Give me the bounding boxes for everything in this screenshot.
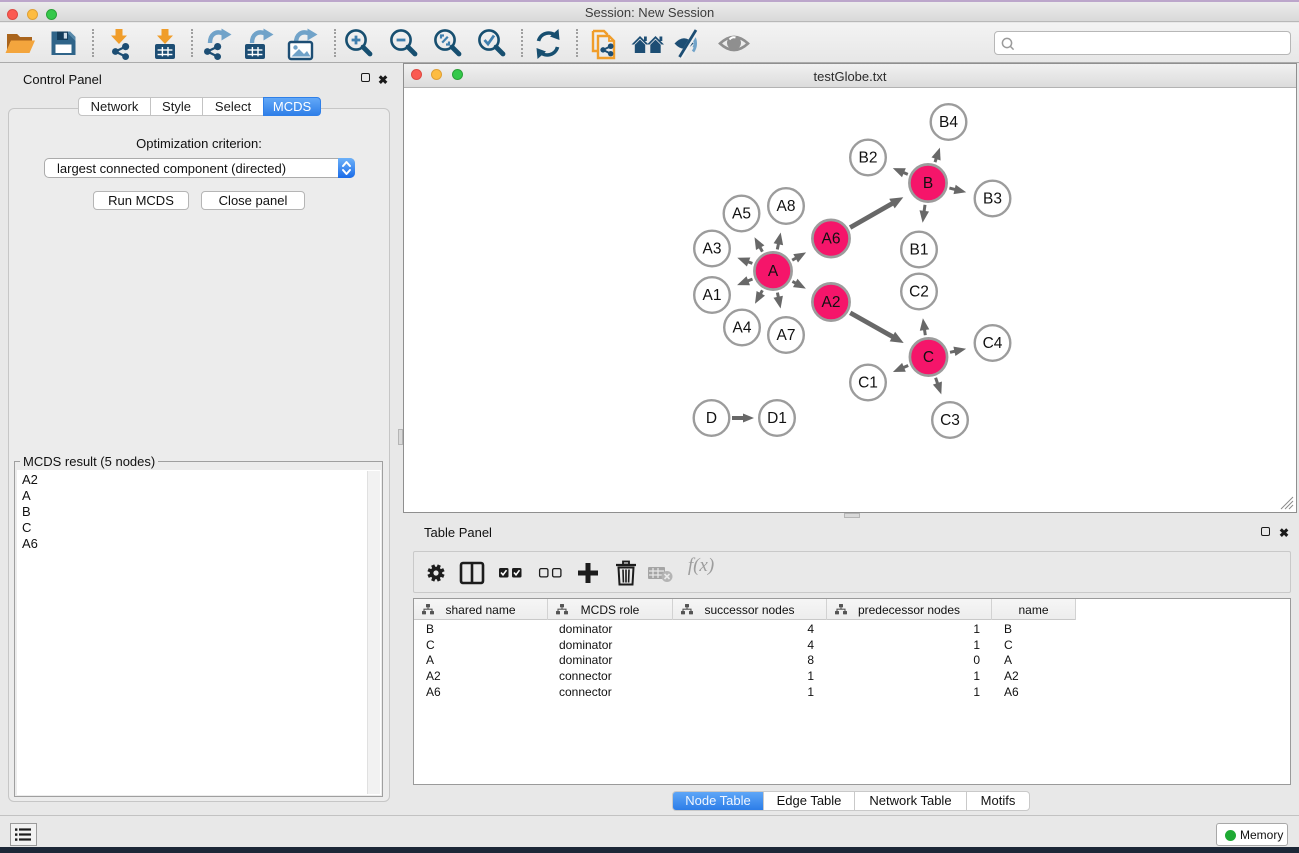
svg-text:A3: A3 <box>703 241 722 258</box>
svg-text:A8: A8 <box>777 198 796 215</box>
svg-text:A7: A7 <box>777 327 796 344</box>
svg-text:C4: C4 <box>983 335 1003 352</box>
svg-text:D: D <box>706 410 717 427</box>
svg-text:A1: A1 <box>703 287 722 304</box>
svg-text:B3: B3 <box>983 191 1002 208</box>
svg-text:C2: C2 <box>909 284 929 301</box>
svg-text:C: C <box>923 349 934 366</box>
svg-text:B2: B2 <box>859 150 878 167</box>
svg-text:C3: C3 <box>940 412 960 429</box>
svg-text:A5: A5 <box>732 206 751 223</box>
svg-text:C1: C1 <box>858 375 878 392</box>
svg-text:A2: A2 <box>822 294 841 311</box>
svg-text:D1: D1 <box>767 410 787 427</box>
svg-text:A4: A4 <box>733 320 752 337</box>
svg-text:B: B <box>923 175 933 192</box>
svg-text:A: A <box>768 263 779 280</box>
svg-text:B4: B4 <box>939 114 958 131</box>
svg-text:B1: B1 <box>910 242 929 259</box>
svg-text:A6: A6 <box>822 231 841 248</box>
